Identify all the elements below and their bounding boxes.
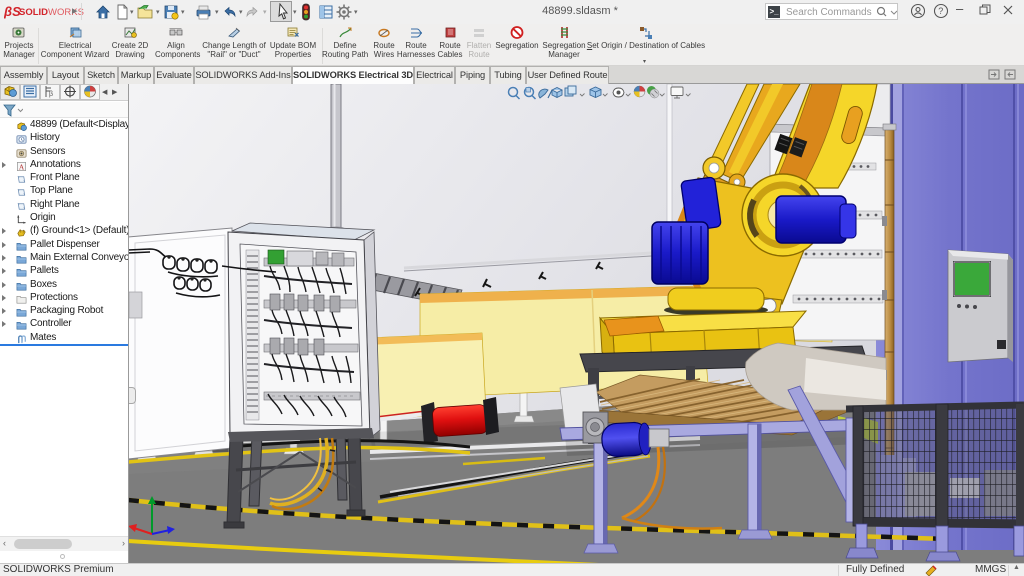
svg-text:A: A bbox=[19, 162, 25, 171]
svg-text:?: ? bbox=[938, 6, 943, 16]
svg-text:β: β bbox=[49, 91, 53, 98]
